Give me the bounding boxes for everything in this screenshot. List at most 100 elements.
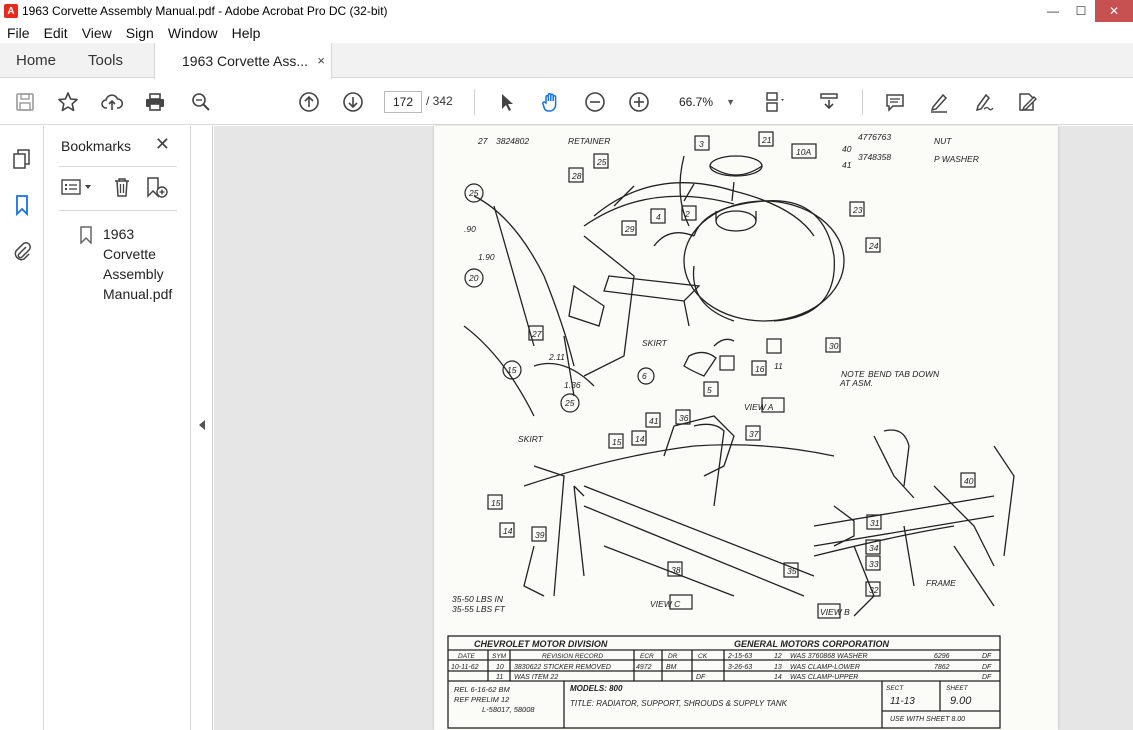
zoom-in-icon[interactable] [628,91,650,113]
bookmarks-panel: Bookmarks ✕ 1963 Corvette Assembly Manua… [45,126,191,730]
scroll-mode-icon[interactable] [818,91,840,113]
view-a-label: VIEW A [744,402,774,412]
bookmarks-title: Bookmarks [61,138,132,154]
page-thumbnails-icon[interactable] [11,148,33,170]
note-text: AT ASM. [839,378,873,388]
menu-edit[interactable]: Edit [37,25,75,41]
rev-dr: DF [982,653,992,660]
close-tab-icon[interactable]: × [317,53,325,68]
callout-circles [464,183,655,413]
menu-view[interactable]: View [75,25,119,41]
view-c-label: VIEW C [650,599,681,609]
callout: 3 [699,139,704,149]
menu-window[interactable]: Window [161,25,225,41]
menu-file[interactable]: File [0,25,37,41]
page-number-input[interactable]: 172 [384,91,422,113]
previous-page-icon[interactable] [298,91,320,113]
callout: 27 [531,329,542,339]
callout: 33 [869,559,879,569]
next-page-icon[interactable] [342,91,364,113]
callout: 25 [564,398,575,408]
minimize-button[interactable]: — [1039,0,1067,22]
rev-ecr: 7862 [934,664,950,671]
maximize-button[interactable]: ☐ [1067,0,1095,22]
callout: 10A [796,147,811,157]
rev-sym: 13 [774,664,782,671]
rev-text: 3830622 STICKER REMOVED [514,664,611,671]
add-bookmark-button[interactable] [145,176,169,198]
pdf-page: 3824802 RETAINER 4776763 NUT 3748358 P W… [434,126,1058,730]
menu-help[interactable]: Help [225,25,268,41]
rev-text: WAS CLAMP-LOWER [790,664,860,671]
menu-sign[interactable]: Sign [119,25,161,41]
menu-bar: File Edit View Sign Window Help [0,22,1133,43]
zoom-level-select[interactable]: 66.7% ▼ [668,91,744,113]
callout: 24 [868,241,879,251]
save-icon[interactable] [14,91,36,113]
part-41-name: P WASHER [934,154,979,164]
tab-home[interactable]: Home [16,43,56,78]
add-bookmark-icon [147,177,168,198]
callout: 14 [635,434,645,444]
dimension: .90 [464,224,476,234]
reference-note: REF PRELIM 12 [454,695,510,704]
view-b-label: VIEW B [820,607,850,617]
star-icon[interactable] [57,91,79,113]
select-pointer-icon[interactable] [496,91,518,113]
fill-sign-icon[interactable] [1016,91,1038,113]
acrobat-icon: A [4,4,18,18]
sign-icon[interactable] [972,91,994,113]
bookmark-options-button[interactable] [61,176,95,198]
rev-ecr: 4972 [636,664,652,671]
tab-tools[interactable]: Tools [88,43,123,78]
bookmarks-icon[interactable] [11,194,33,216]
close-panel-icon[interactable]: ✕ [155,134,170,155]
callout-40: 40 [842,144,852,154]
bookmark-label: 1963 Corvette Assembly Manual.pdf [103,226,173,302]
comment-icon[interactable] [884,91,906,113]
rev-header-record: REVISION RECORD [542,653,603,660]
rev-date: 2-15-63 [727,653,752,660]
corporation-name: GENERAL MOTORS CORPORATION [734,639,890,649]
document-viewport[interactable]: 3824802 RETAINER 4776763 NUT 3748358 P W… [214,126,1133,730]
callout: 35 [787,566,797,576]
zoom-out-icon[interactable] [584,91,606,113]
hand-tool-icon[interactable] [540,91,562,113]
close-window-button[interactable]: ✕ [1095,0,1133,22]
assembly-drawing: 3824802 RETAINER 4776763 NUT 3748358 P W… [447,131,1015,729]
callout: 20 [468,273,479,283]
delete-bookmark-button[interactable] [111,176,133,198]
rev-header-ecr: ECR [640,653,654,660]
callout-27-top: 27 [477,136,488,146]
page-display-icon[interactable] [764,91,786,113]
trash-icon [115,178,129,197]
panel-collapse-handle[interactable] [192,126,213,730]
toolbar: 172 / 342 66.7% ▼ [0,79,1133,125]
frame-label: FRAME [926,578,956,588]
dimension: 1.36 [564,380,581,390]
rev-sym: 12 [774,653,782,660]
callout: 6 [642,371,647,381]
callout: 36 [679,413,689,423]
part-27-number: 3824802 [496,136,529,146]
navigation-rail [0,126,44,730]
l-number: L-58017, 58008 [482,705,535,714]
sheet-number: 9.00 [950,695,972,707]
callout: 39 [535,530,545,540]
toolbar-separator [474,89,475,115]
use-with-note: USE WITH SHEET 8.00 [890,716,965,723]
release-note: REL 6-16-62 BM [454,685,510,694]
attachments-icon[interactable] [11,240,33,262]
zoom-search-icon[interactable] [190,91,212,113]
note-text: BEND TAB DOWN [868,369,940,379]
callout: 15 [507,365,517,375]
print-icon[interactable] [144,91,166,113]
highlight-pen-icon[interactable] [928,91,950,113]
division-name: CHEVROLET MOTOR DIVISION [474,639,608,649]
models-label: MODELS: 800 [570,684,623,693]
tab-document[interactable]: 1963 Corvette Ass... × [154,43,332,79]
rev-sym: 14 [774,674,782,681]
callout: 32 [869,585,879,595]
cloud-upload-icon[interactable] [101,91,123,113]
divider [59,166,177,167]
